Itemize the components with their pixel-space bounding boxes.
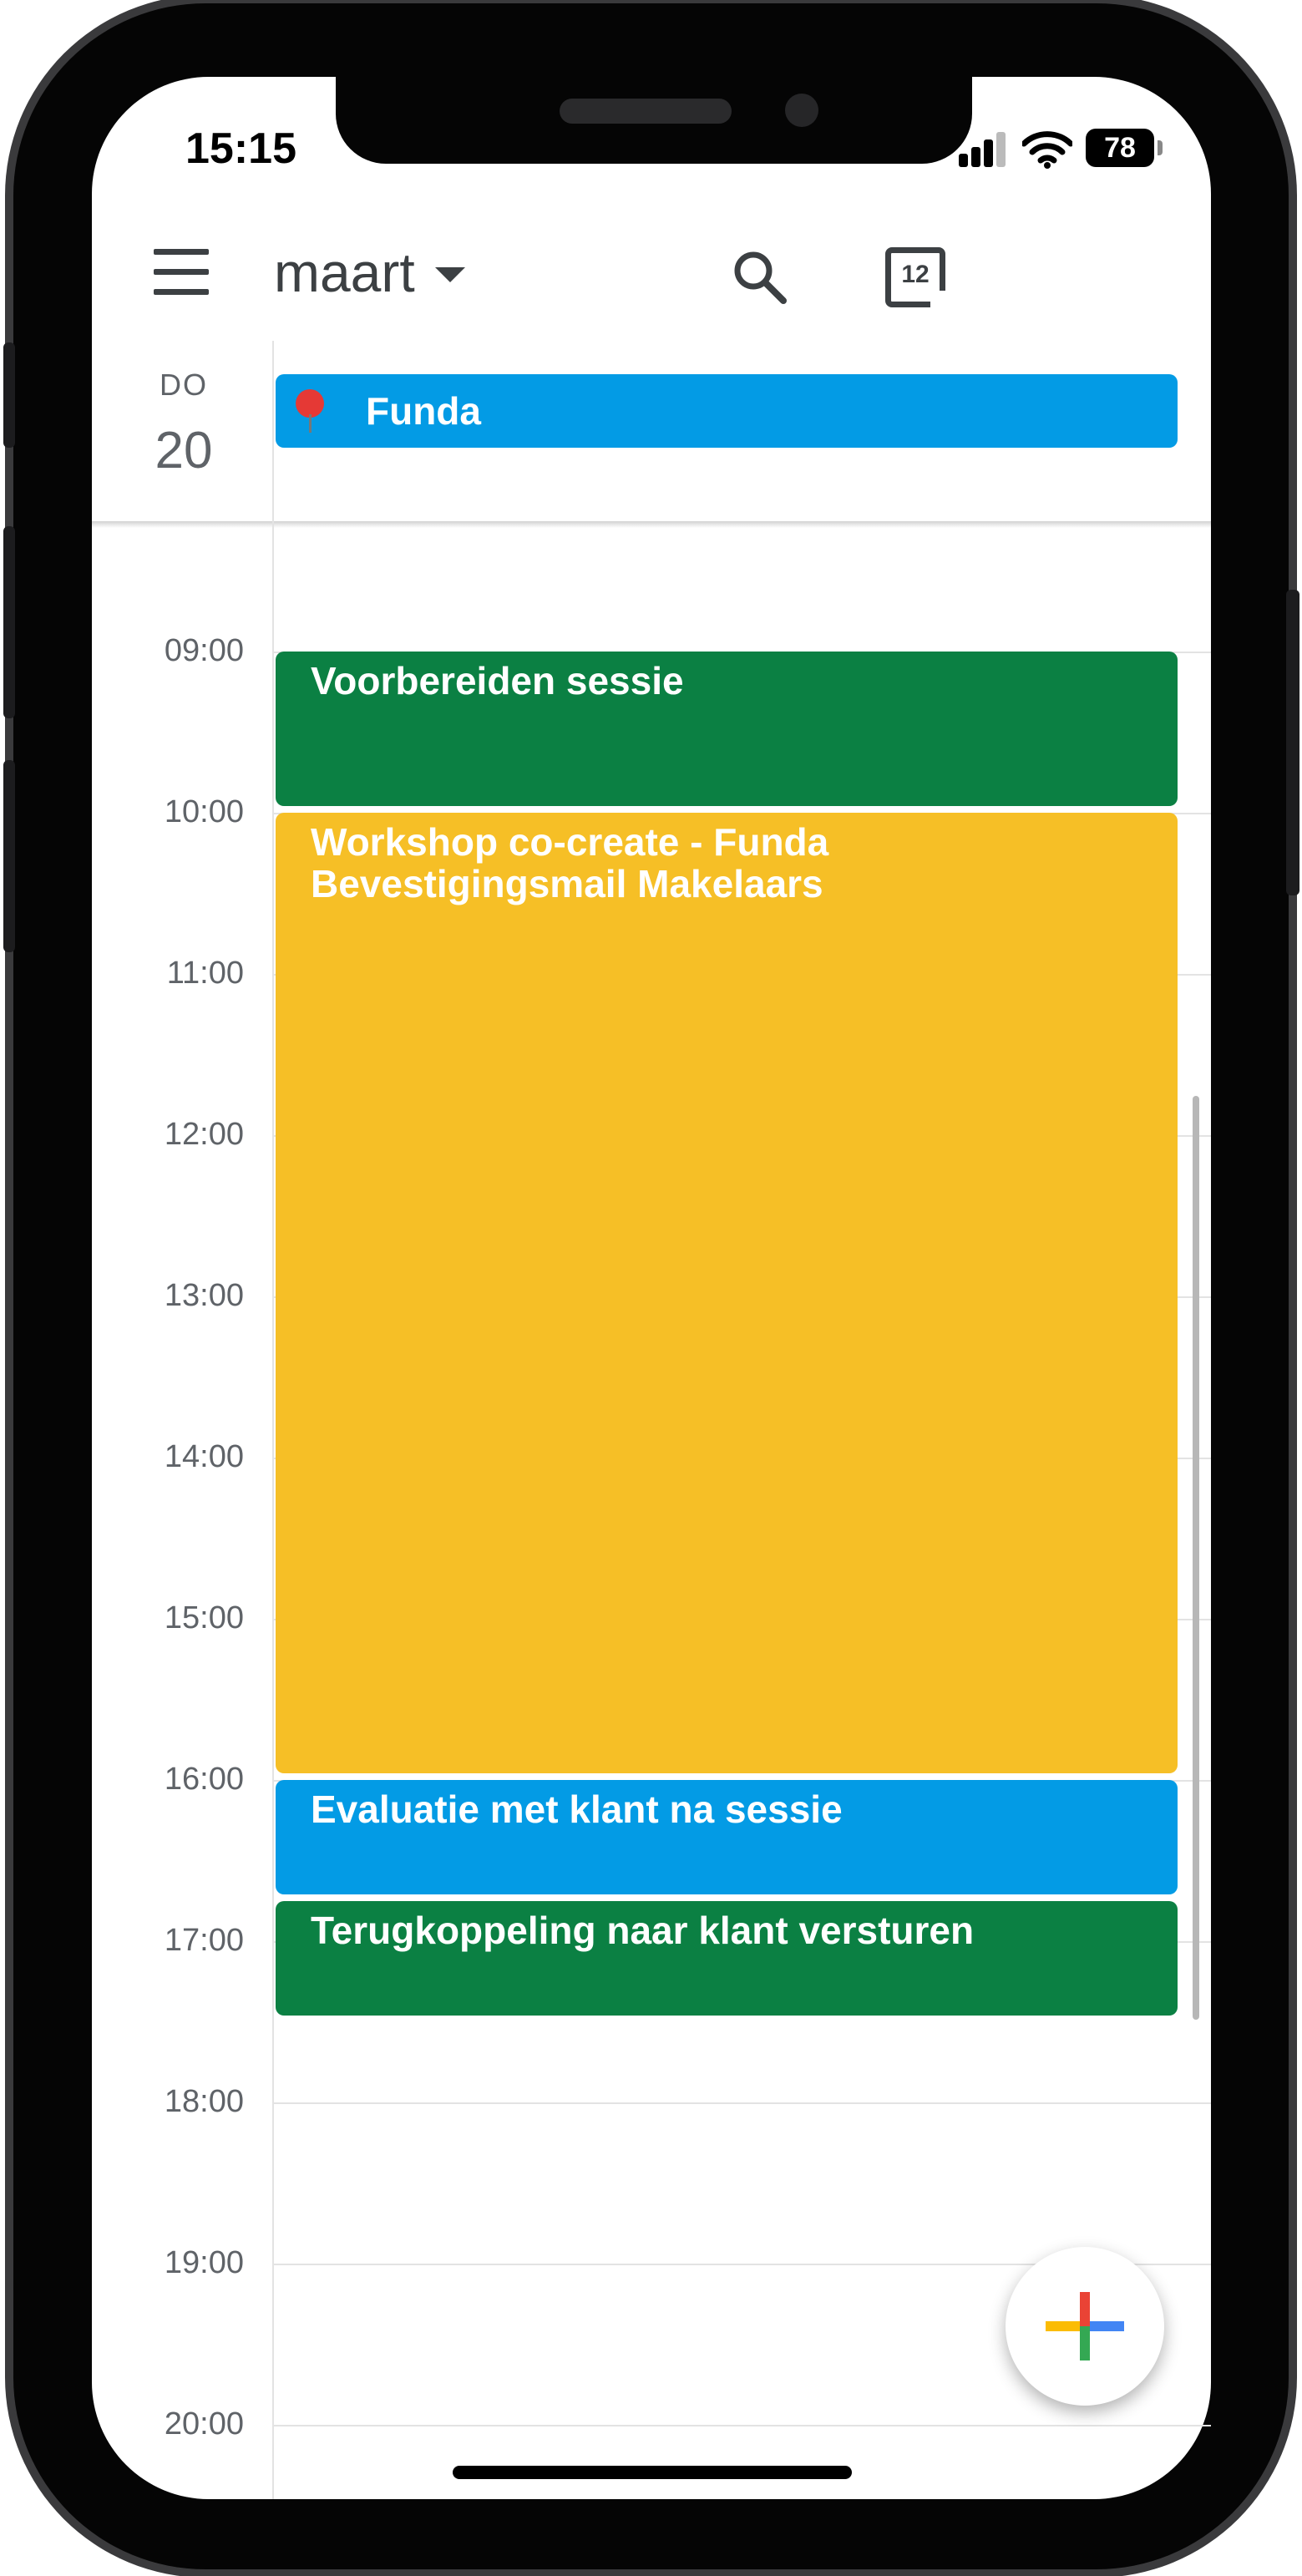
event-title: Voorbereiden sessie — [311, 659, 684, 702]
hour-gridline — [274, 2425, 1211, 2426]
month-selector[interactable]: maart — [274, 241, 465, 304]
pin-icon — [296, 389, 324, 418]
create-event-button[interactable] — [1006, 2247, 1164, 2406]
event-subtitle: Bevestigingsmail Makelaars — [311, 862, 823, 905]
power-button — [1286, 590, 1299, 895]
caret-down-icon — [434, 267, 465, 282]
calendar-icon-fold — [930, 291, 949, 309]
event-block[interactable]: Workshop co-create - Funda Bevestigingsma… — [276, 813, 1178, 1773]
day-weekday: DO — [160, 368, 208, 402]
today-button[interactable]: 12 — [885, 247, 949, 309]
event-block[interactable]: Terugkoppeling naar klant versturen — [276, 1900, 1178, 2016]
hour-label: 11:00 — [166, 956, 244, 991]
day-date[interactable]: 20 — [125, 421, 242, 480]
pin-icon-stick — [309, 414, 312, 433]
event-title: Evaluatie met klant na sessie — [311, 1787, 843, 1831]
hour-label: 18:00 — [164, 2084, 244, 2119]
event-title: Terugkoppeling naar klant versturen — [311, 1908, 975, 1952]
time-column-divider — [272, 341, 274, 2499]
hour-gridline — [274, 2102, 1211, 2104]
volume-up-button — [3, 526, 15, 718]
event-block[interactable]: Voorbereiden sessie — [276, 652, 1178, 806]
hour-label: 14:00 — [164, 1439, 244, 1474]
hour-label: 15:00 — [164, 1600, 244, 1635]
status-time: 15:15 — [185, 124, 296, 173]
all-day-event-title: Funda — [366, 389, 481, 433]
wifi-icon — [1022, 131, 1072, 169]
hour-label: 16:00 — [164, 1762, 244, 1797]
plus-icon — [1046, 2292, 1124, 2360]
home-indicator — [453, 2466, 852, 2479]
month-label: maart — [274, 241, 415, 303]
hour-label: 13:00 — [164, 1278, 244, 1313]
header-divider — [92, 521, 1211, 528]
battery-level: 78 — [1086, 129, 1154, 167]
hour-label: 10:00 — [164, 794, 244, 829]
front-camera — [785, 94, 818, 127]
event-block[interactable]: Evaluatie met klant na sessie — [276, 1780, 1178, 1894]
event-title: Workshop co-create - Funda — [311, 820, 829, 864]
scrollbar[interactable] — [1193, 1096, 1199, 2020]
hour-label: 19:00 — [164, 2245, 244, 2280]
battery-tip — [1158, 140, 1163, 155]
hour-label: 09:00 — [164, 633, 244, 668]
all-day-event[interactable]: Funda — [276, 374, 1178, 448]
hour-label: 20:00 — [164, 2406, 244, 2442]
speaker — [560, 99, 732, 124]
mute-switch — [3, 342, 15, 448]
hour-label: 17:00 — [164, 1923, 244, 1958]
search-icon[interactable] — [732, 249, 787, 304]
today-date: 12 — [901, 261, 930, 288]
hour-label: 12:00 — [164, 1117, 244, 1152]
volume-down-button — [3, 760, 15, 952]
hamburger-menu-icon[interactable] — [154, 249, 210, 295]
